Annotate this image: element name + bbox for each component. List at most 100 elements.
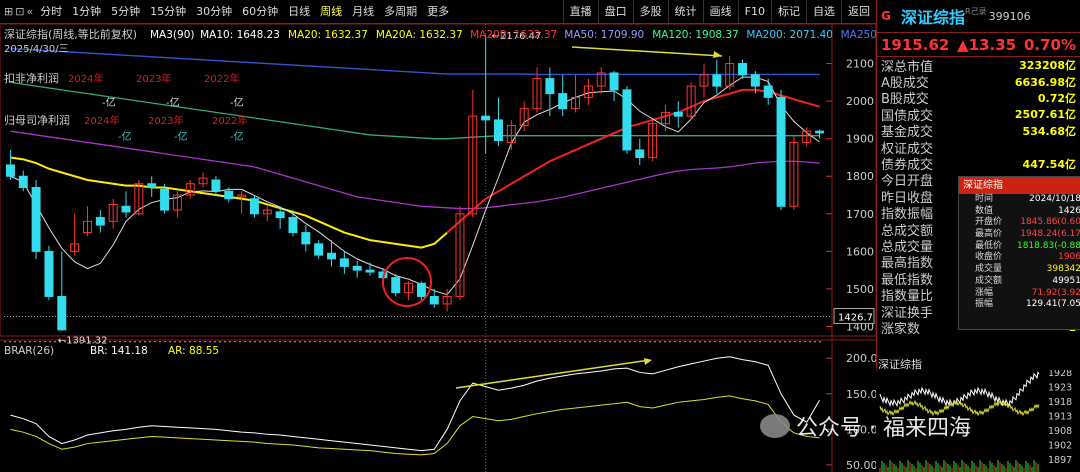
candle[interactable]: [404, 281, 414, 301]
tab-timeframe-1[interactable]: 1分钟: [67, 0, 106, 24]
candle[interactable]: [686, 82, 696, 120]
candle-info-popup: 深证综指 时间 2024/10/18 数值 1426 开盘价 1845.86(0.60 最高…: [958, 176, 1080, 330]
candle[interactable]: [249, 195, 259, 218]
toolbar-button-4[interactable]: 画线: [702, 0, 738, 23]
ind-tick-label: 50.00: [846, 459, 876, 472]
candle[interactable]: [121, 191, 131, 218]
candle[interactable]: [622, 86, 632, 154]
candle[interactable]: [95, 210, 105, 233]
candle[interactable]: [70, 213, 80, 256]
candle[interactable]: [635, 138, 645, 165]
candle[interactable]: [583, 78, 593, 105]
candle[interactable]: [712, 59, 722, 94]
candle[interactable]: [288, 210, 298, 237]
gm-year: 2024年: [84, 114, 119, 127]
kline-chart[interactable]: 210020001900180017001600150014001426.7←2…: [0, 24, 876, 472]
candle[interactable]: [725, 56, 735, 90]
toolbar-button-1[interactable]: 盘口: [597, 0, 633, 23]
index-code: 399106: [988, 9, 1031, 23]
tab-timeframe-5[interactable]: 60分钟: [237, 0, 283, 24]
stat-value: 6636.98亿: [1014, 75, 1076, 89]
ma50-line: [10, 130, 820, 210]
candle[interactable]: [339, 251, 349, 274]
candle[interactable]: [5, 149, 15, 180]
date-label: 2025/4/30/三: [4, 44, 69, 55]
tab-timeframe-8[interactable]: 月线: [347, 0, 379, 24]
tab-timeframe-3[interactable]: 15分钟: [145, 0, 191, 24]
tab-timeframe-7[interactable]: 周线: [315, 0, 347, 24]
cursor-price-box: 1426.7: [833, 307, 875, 324]
popup-label: 最低价: [975, 240, 1003, 251]
ind-tick-label: 200.0: [846, 352, 876, 365]
toolbar-button-8[interactable]: 返回: [841, 0, 876, 23]
toolbar-button-2[interactable]: 多股: [632, 0, 668, 23]
popup-value: 129.41(7.05: [1025, 299, 1080, 310]
candle[interactable]: [352, 260, 362, 278]
candle[interactable]: [172, 191, 182, 218]
candle[interactable]: [391, 273, 401, 297]
candle[interactable]: [609, 71, 619, 102]
popup-value: 1426: [1058, 205, 1080, 216]
candle[interactable]: [571, 74, 581, 113]
candle[interactable]: [673, 101, 683, 128]
candle[interactable]: [738, 59, 747, 79]
candle[interactable]: [18, 170, 28, 192]
candle[interactable]: [494, 97, 503, 147]
tab-timeframe-6[interactable]: 日线: [283, 0, 315, 24]
candle[interactable]: [815, 129, 825, 139]
candle[interactable]: [468, 89, 478, 218]
candle[interactable]: [314, 240, 324, 259]
candle[interactable]: [83, 206, 92, 237]
chart-title: 深证综指(周线,等比前复权): [4, 27, 137, 41]
tab-timeframe-4[interactable]: 30分钟: [191, 0, 237, 24]
toolbar-icon-1[interactable]: ⊡: [15, 5, 24, 18]
toolbar-button-0[interactable]: 直播: [562, 0, 598, 23]
tab-timeframe-10[interactable]: 更多: [422, 0, 454, 24]
candle[interactable]: [699, 63, 709, 98]
toolbar-button-6[interactable]: 标记: [771, 0, 806, 23]
stat-row: 深总市值 323208亿: [877, 57, 1080, 75]
candle[interactable]: [108, 198, 118, 229]
y-tick-label: 1500: [846, 283, 874, 296]
toolbar-button-3[interactable]: 统计: [667, 0, 703, 23]
candle[interactable]: [648, 119, 658, 162]
tab-timeframe-0[interactable]: 分时: [35, 0, 67, 24]
toolbar-button-5[interactable]: F10: [737, 0, 771, 23]
candle[interactable]: [789, 134, 799, 211]
candle[interactable]: [365, 262, 375, 276]
toolbar-icon-0[interactable]: ⊞: [4, 5, 13, 18]
candle[interactable]: [776, 89, 786, 211]
popup-row: 收盘价 1906: [959, 252, 1080, 264]
candle[interactable]: [31, 180, 41, 259]
candle[interactable]: [147, 176, 157, 197]
tab-timeframe-2[interactable]: 5分钟: [106, 0, 145, 24]
candle[interactable]: [198, 172, 208, 188]
candle[interactable]: [57, 251, 67, 331]
candle[interactable]: [262, 206, 272, 222]
candle[interactable]: [442, 288, 452, 312]
price-row: 1915.62 ▲13.35 0.70%: [877, 33, 1080, 57]
popup-label: 时间: [975, 194, 994, 204]
candle[interactable]: [506, 119, 516, 150]
toolbar-button-7[interactable]: 自选: [806, 0, 841, 23]
candle[interactable]: [558, 74, 568, 117]
stat-row: 国债成交 2507.61亿: [877, 106, 1080, 124]
arrow-head: [713, 51, 722, 58]
ma-legend-item: MA10: 1648.23: [200, 29, 280, 41]
candle[interactable]: [455, 206, 465, 301]
candle[interactable]: [301, 225, 311, 252]
candle[interactable]: [44, 245, 54, 301]
candle[interactable]: [596, 67, 606, 94]
mini-tick-label: 1913: [1048, 412, 1072, 423]
candle[interactable]: [237, 191, 247, 214]
tab-timeframe-9[interactable]: 多周期: [379, 0, 422, 24]
kf-year: 2024年: [68, 72, 103, 85]
candle[interactable]: [211, 176, 221, 196]
candle[interactable]: [185, 180, 195, 199]
candle[interactable]: [660, 104, 670, 132]
popup-value: 1818.83(-0.88: [1016, 240, 1080, 251]
ma-legend-item: MA50: 1709.90: [564, 29, 644, 41]
toolbar-icon-2[interactable]: «: [26, 5, 33, 18]
popup-value: 49951: [1052, 275, 1080, 286]
candle[interactable]: [763, 78, 773, 105]
